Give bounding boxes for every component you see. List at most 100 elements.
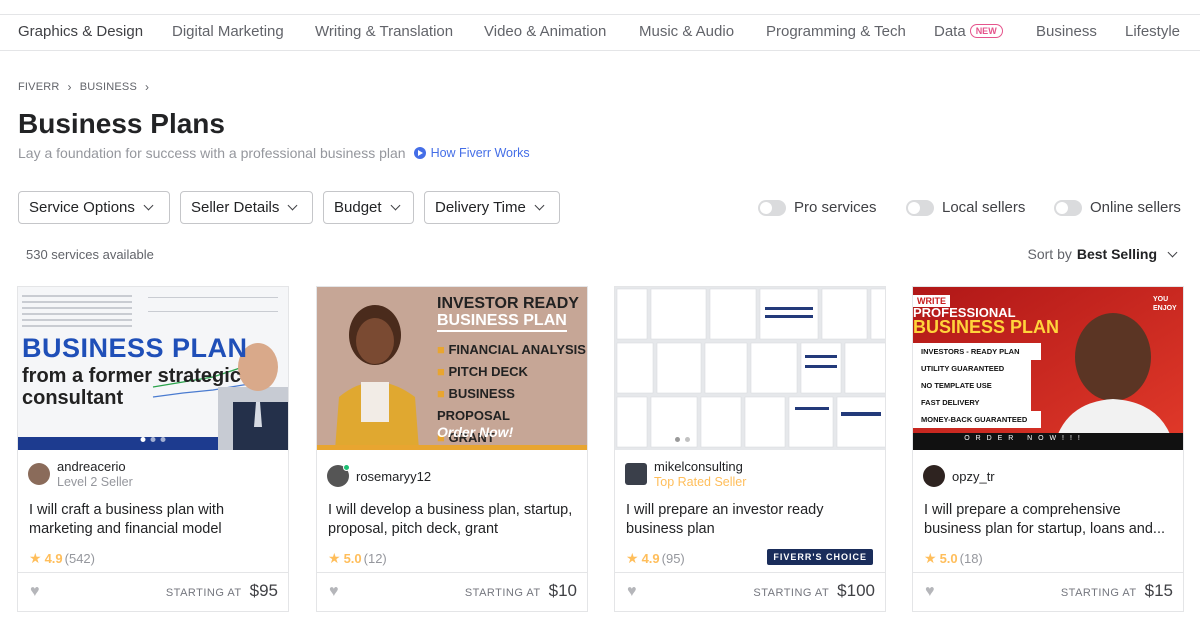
nav-music-audio[interactable]: Music & Audio	[639, 23, 734, 40]
price: STARTING AT $100	[753, 581, 875, 601]
gig-thumbnail[interactable]: INVESTOR READY BUSINESS PLAN ■ FINANCIAL…	[317, 287, 587, 450]
seller-name[interactable]: andreacerio	[57, 459, 133, 474]
nav-data[interactable]: Data NEW	[934, 23, 1003, 40]
filter-seller-details[interactable]: Seller Details	[180, 191, 313, 224]
heart-icon[interactable]: ♥	[627, 583, 637, 601]
chevron-down-icon	[1167, 247, 1178, 257]
rating-count: (95)	[661, 551, 685, 566]
thumbnail-headline: BUSINESS PLAN	[22, 333, 248, 363]
rating-count: (18)	[959, 551, 983, 566]
filter-service-options[interactable]: Service Options	[18, 191, 170, 224]
card-footer: ♥ STARTING AT $10	[317, 572, 587, 611]
thumbnail-art	[615, 287, 885, 450]
seller-info[interactable]: mikelconsulting Top Rated Seller	[625, 459, 746, 489]
chevron-right-icon: ›	[144, 80, 150, 94]
avatar[interactable]	[625, 463, 647, 485]
chevron-down-icon	[287, 200, 298, 211]
toggle-switch[interactable]	[906, 199, 934, 216]
filter-label: Delivery Time	[435, 199, 526, 216]
thumbnail-item: FAST DELIVERY	[913, 394, 1031, 411]
how-link-label: How Fiverr Works	[430, 146, 530, 160]
toggle-local-sellers[interactable]: Local sellers	[906, 199, 1025, 216]
gig-card[interactable]: mikelconsulting Top Rated Seller I will …	[614, 286, 886, 612]
gig-title[interactable]: I will develop a business plan, startup,…	[328, 501, 578, 539]
seller-info[interactable]: opzy_tr	[923, 465, 995, 487]
gig-title[interactable]: I will prepare a comprehensive business …	[924, 501, 1174, 539]
price-label: STARTING AT	[753, 587, 830, 599]
star-icon: ★	[29, 550, 42, 566]
thumbnail-line: from a former strategic	[22, 365, 241, 387]
price: STARTING AT $10	[465, 581, 577, 601]
chevron-down-icon	[143, 200, 154, 211]
price-label: STARTING AT	[1060, 587, 1137, 599]
avatar[interactable]	[327, 464, 350, 487]
toggle-online-sellers[interactable]: Online sellers	[1054, 199, 1181, 216]
seller-info[interactable]: rosemaryy12	[327, 464, 431, 487]
filter-delivery-time[interactable]: Delivery Time	[424, 191, 560, 224]
gig-card[interactable]: BUSINESS PLAN from a former strategic co…	[17, 286, 289, 612]
avatar[interactable]	[28, 463, 50, 485]
subtitle-text: Lay a foundation for success with a prof…	[18, 145, 406, 161]
gig-thumbnail[interactable]: BUSINESS PLAN from a former strategic co…	[18, 287, 288, 450]
card-footer: ♥ STARTING AT $15	[913, 572, 1183, 611]
toggle-pro-services[interactable]: Pro services	[758, 199, 877, 216]
seller-name[interactable]: rosemaryy12	[356, 469, 431, 484]
nav-graphics-design[interactable]: Graphics & Design	[18, 23, 143, 40]
nav-programming-tech[interactable]: Programming & Tech	[766, 23, 906, 40]
heart-icon[interactable]: ♥	[329, 583, 339, 601]
nav-data-label: Data	[934, 23, 966, 40]
filter-budget[interactable]: Budget	[323, 191, 414, 224]
rating-score: 4.9	[44, 551, 63, 566]
gig-card[interactable]: INVESTOR READY BUSINESS PLAN ■ FINANCIAL…	[316, 286, 588, 612]
toggle-switch[interactable]	[758, 199, 786, 216]
seller-info[interactable]: andreacerio Level 2 Seller	[28, 459, 133, 489]
price-label: STARTING AT	[165, 587, 242, 599]
gig-title[interactable]: I will craft a business plan with market…	[29, 501, 279, 539]
gig-thumbnail[interactable]	[615, 287, 885, 450]
nav-video-animation[interactable]: Video & Animation	[484, 23, 606, 40]
nav-business[interactable]: Business	[1036, 23, 1097, 40]
new-badge: NEW	[969, 24, 1003, 38]
sort-dropdown[interactable]: Sort by Best Selling	[1028, 246, 1178, 262]
thumbnail-item: MONEY-BACK GUARANTEED	[913, 411, 1041, 428]
heart-icon[interactable]: ♥	[925, 583, 935, 601]
rating: ★ 5.0 (18)	[924, 550, 983, 567]
carousel-dots[interactable]	[140, 437, 166, 442]
rating: ★ 5.0 (12)	[328, 550, 387, 567]
toggle-label: Local sellers	[942, 199, 1026, 216]
thumbnail-subheadline: BUSINESS PLAN	[437, 312, 567, 332]
nav-lifestyle[interactable]: Lifestyle	[1125, 23, 1180, 40]
thumbnail-item: PITCH DECK	[448, 364, 528, 379]
price-amount: $15	[1144, 581, 1173, 600]
thumbnail-item: NO TEMPLATE USE	[913, 377, 1031, 394]
rating: ★ 4.9 (95)	[626, 550, 685, 567]
toggle-switch[interactable]	[1054, 199, 1082, 216]
breadcrumb-business[interactable]: BUSINESS	[80, 81, 137, 93]
filter-label: Seller Details	[191, 199, 280, 216]
heart-icon[interactable]: ♥	[30, 583, 40, 601]
category-nav: Graphics & Design Digital Marketing Writ…	[0, 15, 1200, 51]
seller-level: Top Rated Seller	[654, 475, 747, 489]
avatar[interactable]	[923, 465, 945, 487]
filter-label: Service Options	[29, 199, 135, 216]
gig-card[interactable]: WRITE PROFESSIONAL BUSINESS PLAN INVESTO…	[912, 286, 1184, 612]
carousel-dots[interactable]	[675, 437, 690, 442]
breadcrumb-fiverr[interactable]: FIVERR	[18, 81, 60, 93]
nav-writing-translation[interactable]: Writing & Translation	[315, 23, 453, 40]
price: STARTING AT $95	[166, 581, 278, 601]
chevron-down-icon	[390, 200, 400, 211]
filter-label: Budget	[334, 199, 382, 216]
seller-name[interactable]: opzy_tr	[952, 469, 995, 484]
how-fiverr-works-link[interactable]: How Fiverr Works	[413, 146, 530, 160]
chevron-down-icon	[534, 200, 545, 211]
page-title: Business Plans	[18, 108, 225, 139]
price-amount: $10	[548, 581, 577, 600]
seller-name[interactable]: mikelconsulting	[654, 459, 746, 474]
thumbnail-corner-text: YOU ENJOY	[1153, 296, 1177, 312]
thumbnail-subheadline: BUSINESS PLAN	[913, 317, 1060, 337]
toggle-label: Online sellers	[1090, 199, 1181, 216]
gig-title[interactable]: I will prepare an investor ready busines…	[626, 501, 876, 539]
nav-digital-marketing[interactable]: Digital Marketing	[172, 23, 284, 40]
gig-thumbnail[interactable]: WRITE PROFESSIONAL BUSINESS PLAN INVESTO…	[913, 287, 1183, 450]
star-icon: ★	[626, 550, 639, 566]
